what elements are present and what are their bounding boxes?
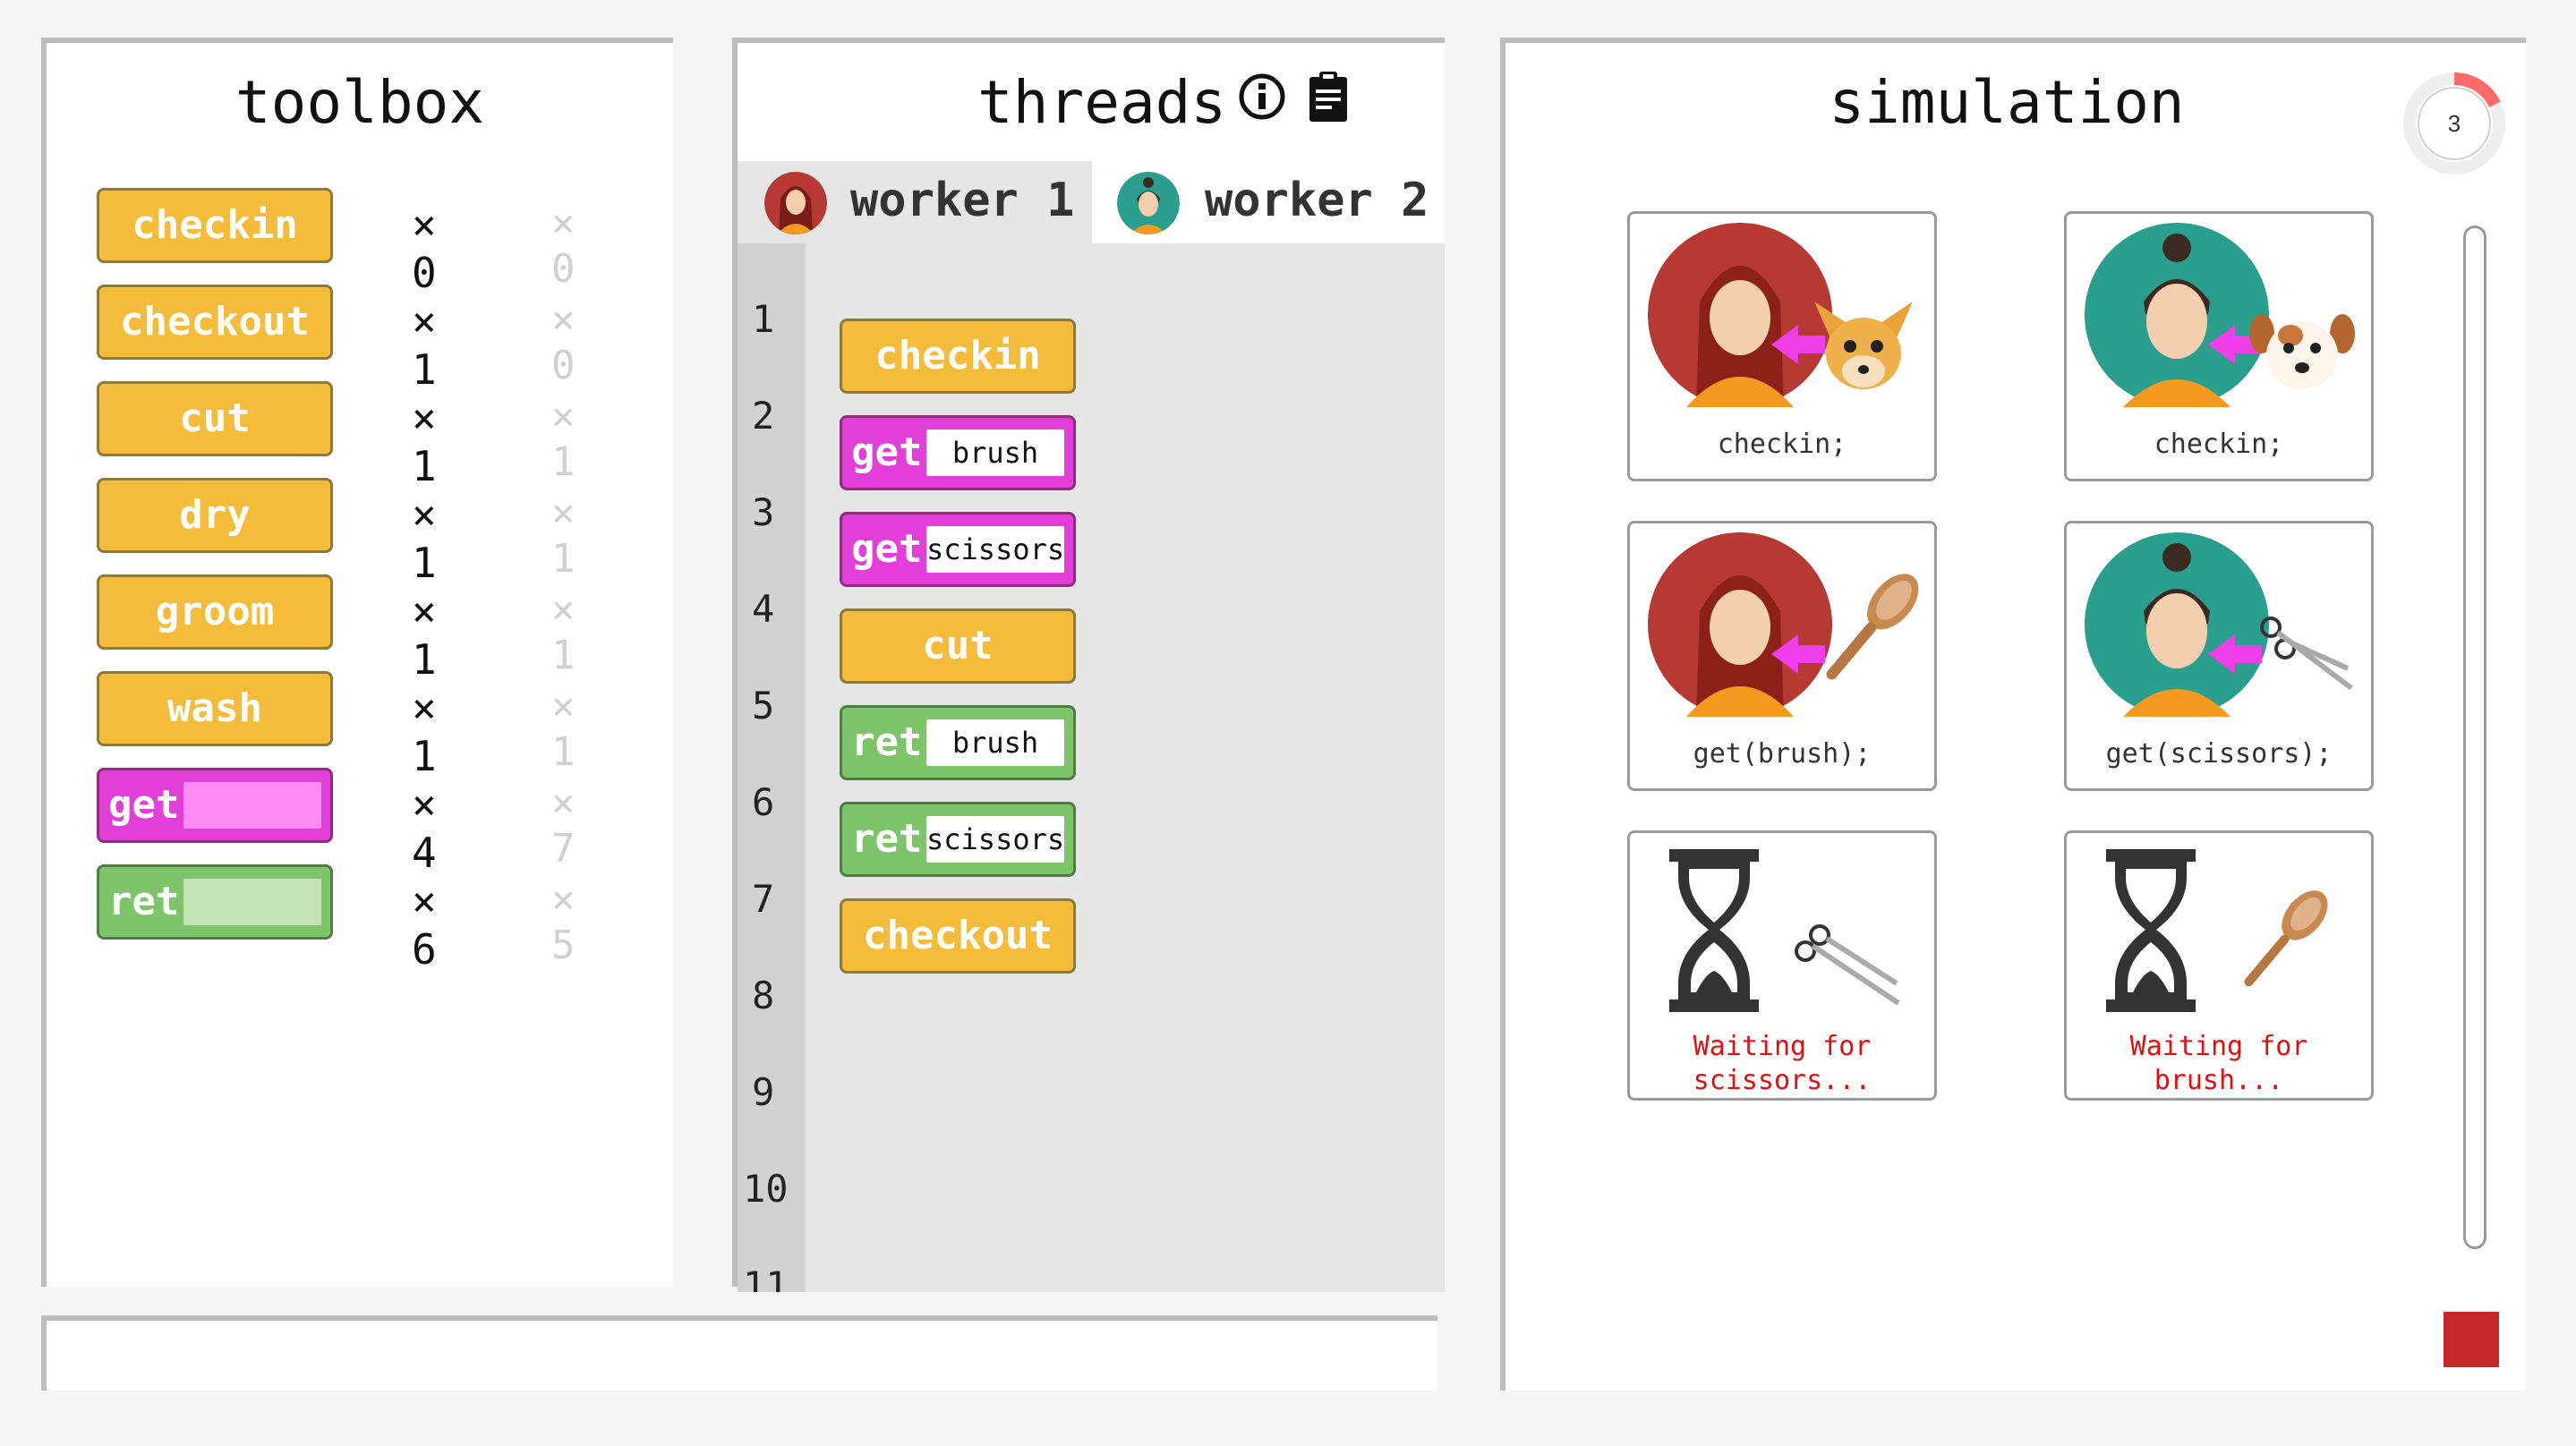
toolbox-count: × 1 <box>412 394 437 490</box>
line-number: 10 <box>743 1167 789 1211</box>
timer-value: 3 <box>2447 110 2461 137</box>
toolbox-block-ret[interactable]: ret <box>97 864 333 940</box>
sim-card-caption: checkin; <box>1717 429 1847 460</box>
line-number: 7 <box>752 877 775 921</box>
toolbox-block-groom[interactable]: groom <box>97 574 333 650</box>
sim-card-caption-line-2: scissors... <box>1693 1065 1872 1096</box>
toolbox-count: × 1 <box>412 587 437 684</box>
worker-1-avatar <box>764 172 827 234</box>
toolbox-count: × 4 <box>412 780 437 877</box>
code-block-get[interactable]: get brush <box>840 415 1076 490</box>
code-block-arg[interactable]: scissors <box>926 526 1064 573</box>
threads-title: threads <box>977 68 1227 137</box>
toolbox-panel: toolbox checkin × 0 × 0 checkout × 1 × 0… <box>41 38 673 1287</box>
empty-slot <box>183 782 321 829</box>
code-block-get[interactable]: get scissors <box>840 512 1076 587</box>
toolbox-count-ghost: × 0 <box>551 297 576 388</box>
sim-card-worker2-checkin: checkin; <box>2064 211 2374 481</box>
toolbox-count-ghost: × 1 <box>551 394 576 485</box>
simulation-scrollbar[interactable] <box>2463 225 2486 1249</box>
toolbox-block-cut[interactable]: cut <box>97 381 333 456</box>
toolbox-count-ghost: × 1 <box>551 587 576 678</box>
line-number: 1 <box>752 297 775 341</box>
line-number: 6 <box>752 780 775 824</box>
toolbox-block-checkout[interactable]: checkout <box>97 285 333 360</box>
empty-slot <box>183 879 321 925</box>
code-editor[interactable]: 1 2 3 4 5 6 7 8 9 10 11 checkin get brus… <box>738 243 1445 1292</box>
toolbox-block-dry[interactable]: dry <box>97 478 333 553</box>
line-number: 2 <box>752 394 775 438</box>
line-number: 11 <box>743 1263 789 1292</box>
console-panel <box>41 1315 1437 1391</box>
code-block-ret[interactable]: ret brush <box>840 705 1076 780</box>
sim-card-caption: get(scissors); <box>2105 738 2333 770</box>
line-gutter: 1 2 3 4 5 6 7 8 9 10 11 <box>738 243 806 1292</box>
tab-worker-1[interactable]: worker 1 <box>738 161 1092 243</box>
sim-card-caption-line-1: Waiting for <box>1693 1031 1872 1062</box>
toolbox-block-wash[interactable]: wash <box>97 671 333 746</box>
sim-card-caption-line-2: brush... <box>2154 1065 2284 1096</box>
simulation-title: simulation <box>1829 68 2185 137</box>
toolbox-count-ghost: × 7 <box>551 780 576 872</box>
sim-card-wait-brush: Waiting for brush... <box>2064 830 2374 1101</box>
line-number: 4 <box>752 587 775 631</box>
toolbox-block-label: ret <box>108 879 180 924</box>
simulation-panel: simulation 3 checkin; checkin; get(brush… <box>1500 38 2526 1391</box>
sim-card-caption: get(brush); <box>1693 738 1872 770</box>
tab-label: worker 2 <box>1205 174 1429 227</box>
sim-card-worker2-scissors: get(scissors); <box>2064 521 2374 791</box>
toolbox-title: toolbox <box>235 68 485 137</box>
sim-card-caption: checkin; <box>2154 429 2284 460</box>
code-block-arg[interactable]: brush <box>926 430 1064 476</box>
toolbox-count-ghost: × 0 <box>551 200 576 292</box>
code-block-arg[interactable]: brush <box>926 719 1064 766</box>
worker-2-avatar <box>1117 172 1180 234</box>
code-block-keyword: get <box>851 526 923 572</box>
sim-card-worker1-brush: get(brush); <box>1627 521 1937 791</box>
code-block-checkout[interactable]: checkout <box>840 898 1076 974</box>
code-block-keyword: get <box>851 430 923 475</box>
worker-tabs: worker 1 worker 2 <box>738 161 1445 243</box>
tab-label: worker 1 <box>850 174 1075 227</box>
toolbox-count: × 1 <box>412 684 437 780</box>
code-block-ret[interactable]: ret scissors <box>840 802 1076 877</box>
info-icon[interactable] <box>1237 72 1287 122</box>
stop-button[interactable] <box>2444 1312 2499 1367</box>
tab-worker-2[interactable]: worker 2 <box>1092 161 1445 243</box>
toolbox-block-checkin[interactable]: checkin <box>97 188 333 263</box>
code-block-arg[interactable]: scissors <box>926 816 1064 863</box>
sim-card-worker1-checkin: checkin; <box>1627 211 1937 481</box>
toolbox-count: × 1 <box>412 297 437 394</box>
code-block-checkin[interactable]: checkin <box>840 319 1076 394</box>
code-block-keyword: ret <box>851 816 923 862</box>
toolbox-count: × 6 <box>412 877 437 974</box>
sim-card-wait-scissors: Waiting for scissors... <box>1627 830 1937 1101</box>
toolbox-count-ghost: × 5 <box>551 877 576 968</box>
line-number: 8 <box>752 974 775 1017</box>
line-number: 3 <box>752 490 775 534</box>
sim-card-caption-line-1: Waiting for <box>2129 1031 2308 1062</box>
timer-ring: 3 <box>2401 70 2508 177</box>
clipboard-icon[interactable] <box>1307 70 1350 123</box>
line-number: 9 <box>752 1070 775 1114</box>
toolbox-block-get[interactable]: get <box>97 768 333 843</box>
code-block-keyword: ret <box>851 719 923 765</box>
toolbox-count: × 1 <box>412 490 437 587</box>
toolbox-block-label: get <box>108 782 180 828</box>
toolbox-count-ghost: × 1 <box>551 684 576 775</box>
toolbox-count: × 0 <box>412 200 437 297</box>
toolbox-count-ghost: × 1 <box>551 490 576 582</box>
code-block-cut[interactable]: cut <box>840 608 1076 684</box>
line-number: 5 <box>752 684 775 727</box>
threads-panel: threads worker 1 worker 2 1 2 3 4 5 6 7 … <box>732 38 1445 1292</box>
